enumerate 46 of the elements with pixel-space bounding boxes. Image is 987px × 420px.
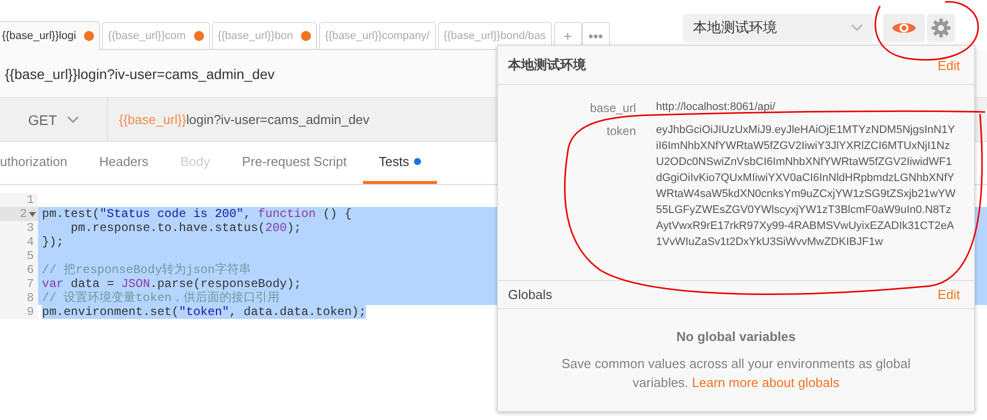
request-tab[interactable]: {{base_url}}company/ [318,22,436,49]
section-title: Globals [508,287,552,302]
line-number: 7 [26,277,34,291]
eye-icon [891,20,917,36]
empty-description: Save common values across all your environments as global variables. Learn more about globals [561,355,911,392]
line-number: 4 [26,235,34,249]
eye-button[interactable] [883,14,925,42]
environment-name: 本地测试环境 [508,56,586,74]
variable-value: eyJhbGciOiJIUzUxMiJ9.eyJleHAiOjE1MTYzNDM5NjgsInN1YiI6ImNhbXNfYWRtaW5fZGV2IiwiY3JlYXRlZCI6MTUxNjI1NzU2ODc0NSwiZnVsbCI6ImNhbXNfYWRtaW5fZGV2IiwidWF1dGgiOiIvKio7QUxMIiwiYXV0aCI6InNldHRpbmdzLGNhbXNfYWRtaW4saW5kdXN0cnksYm9uZCxjYW1zSG9tZSxjb21wYW55LGFyZWEsZGV0YWlscyxjYW1zT3BlcmF0aW9uIn0.N8TzAytVwxR9rE17rkR97Xy99-4RABMSVwUyixEZADIk31CT2eA1VvWIuZaSv1t2DxYkU3SiWvvMwZDKIBJF1w [656,123,956,250]
request-tab[interactable]: {{base_url}}bon [212,22,317,49]
request-tab[interactable]: {{base_url}}com [102,22,210,49]
variable-value: http://localhost:8061/api/ [656,100,776,115]
fold-icon[interactable] [29,212,36,216]
line-number: 8 [26,291,34,305]
edit-link[interactable]: Edit [938,58,960,72]
line-number: 3 [26,221,34,235]
caret-icon [851,24,863,32]
code-line: pm.response.to.have.status(200); [70,221,302,235]
line-number: 9 [26,305,34,319]
section-tab[interactable]: uthorization [0,142,84,184]
environment-select[interactable]: 本地测试环境 [683,14,873,42]
settings-button[interactable] [927,14,955,42]
line-number: 1 [26,193,34,207]
request-tab[interactable]: {{base_url}}bond/bas [438,22,552,49]
url-field[interactable]: {{base_url}}login?iv-user=cams_admin_dev [108,98,370,141]
variable-name: token [606,123,636,140]
section-tab[interactable]: Pre-request Script [226,142,363,184]
method-select[interactable]: GET [0,98,108,141]
edit-link[interactable]: Edit [938,287,960,302]
line-number: 2 [20,207,27,221]
request-tab[interactable]: {{base_url}}logi [0,21,100,50]
code-line: pm.test("Status code is 200", function () { [42,207,352,221]
variable-name: base_url [588,100,636,117]
caret-icon [66,116,79,124]
learn-more-link[interactable]: Learn more about globals [692,375,840,390]
request-title: {{base_url}}login?iv-user=cams_admin_dev [5,66,275,82]
section-tab[interactable]: Headers [83,142,164,184]
settings-icon [931,18,951,38]
section-tab[interactable]: Tests [362,142,438,184]
empty-title: No global variables [676,329,796,344]
line-number: 5 [26,249,34,263]
code-line: // 把responseBody转为json字符串 [42,263,251,277]
line-number: 6 [26,263,34,277]
code-line: // 设置环境变量token，供后面的接口引用 [42,291,280,305]
code-line: }); [42,235,64,249]
code-line: var data = JSON.parse(responseBody); [42,277,302,291]
